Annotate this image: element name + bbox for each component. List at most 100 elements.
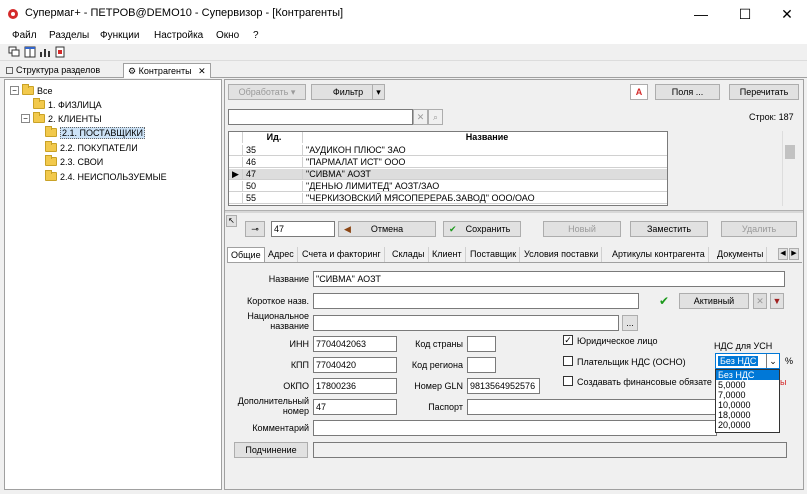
tree-item-buyers[interactable]: 2.2. ПОКУПАТЕЛИ xyxy=(45,141,138,154)
tab-warehouses[interactable]: Склады xyxy=(389,247,429,262)
filter-button[interactable]: Фильтр ▾ xyxy=(311,84,385,100)
gln-input[interactable]: 9813564952576 xyxy=(467,378,540,394)
grid-scrollbar[interactable] xyxy=(782,131,796,206)
tab-close-icon[interactable]: ✕ xyxy=(198,66,206,76)
tab-client[interactable]: Клиент xyxy=(429,247,466,262)
tree-item-individuals[interactable]: 1. ФИЗЛИЦА xyxy=(33,98,102,111)
tab-documents[interactable]: Документы xyxy=(714,247,768,262)
vat-option[interactable]: 5,0000 xyxy=(716,380,779,390)
tree-item-clients[interactable]: − 2. КЛИЕНТЫ xyxy=(21,112,102,125)
national-name-input[interactable] xyxy=(313,315,619,331)
collapse-icon[interactable]: − xyxy=(21,114,30,123)
table-row[interactable]: 55 "ЧЕРКИЗОВСКИЙ МЯСОПЕРЕРАБ.ЗАВОД" ООО/… xyxy=(229,193,667,204)
table-row[interactable]: 35 "АУДИКОН ПЛЮС" ЗАО xyxy=(229,145,667,156)
windows-tile-icon[interactable] xyxy=(24,46,36,58)
remove-status-icon[interactable]: ✕ xyxy=(753,293,767,309)
subordination-button[interactable]: Подчинение xyxy=(234,442,308,458)
report-icon[interactable] xyxy=(54,46,66,58)
fields-button[interactable]: Поля ... xyxy=(655,84,720,100)
search-icon[interactable]: ⌕ xyxy=(428,109,443,125)
tab-delivery-terms[interactable]: Условия поставки xyxy=(521,247,603,262)
font-settings-button[interactable]: A xyxy=(630,84,648,100)
folder-icon xyxy=(45,155,57,166)
menu-file[interactable]: Файл xyxy=(12,30,37,41)
tab-accounts[interactable]: Счета и факторинг xyxy=(299,247,385,262)
gear-icon: ⚙ xyxy=(128,66,137,76)
close-window-button[interactable]: ✕ xyxy=(766,0,807,28)
cancel-button[interactable]: ◀ Отмена xyxy=(338,221,436,237)
region-code-input[interactable] xyxy=(467,357,496,373)
grid-header-id[interactable]: Ид. xyxy=(243,132,303,143)
national-name-label-1: Национальное xyxy=(247,311,309,321)
menu-settings[interactable]: Настройка xyxy=(154,30,203,41)
clear-search-button[interactable]: ✕ xyxy=(413,109,428,125)
tab-address[interactable]: Адрес xyxy=(265,247,298,262)
vat-payer-checkbox[interactable] xyxy=(563,356,573,366)
scroll-thumb[interactable] xyxy=(785,145,795,159)
windows-cascade-icon[interactable] xyxy=(8,46,20,58)
name-input[interactable]: "СИВМА" АОЗТ xyxy=(313,271,785,287)
delete-button[interactable]: Удалить xyxy=(721,221,797,237)
minimize-button[interactable]: — xyxy=(680,0,722,28)
record-id-field[interactable]: 47 xyxy=(271,221,335,237)
quick-search-input[interactable] xyxy=(228,109,413,125)
chevron-down-icon[interactable]: ⌄ xyxy=(766,354,779,368)
tree-item-own[interactable]: 2.3. СВОИ xyxy=(45,155,103,168)
tree-item-unused[interactable]: 2.4. НЕИСПОЛЬЗУЕМЫЕ xyxy=(45,170,167,183)
passport-input[interactable] xyxy=(467,399,717,415)
tab-general[interactable]: Общие xyxy=(227,247,265,262)
vat-option[interactable]: 18,0000 xyxy=(716,410,779,420)
vat-usn-select[interactable]: Без НДС ⌄ xyxy=(715,353,780,369)
chart-icon[interactable] xyxy=(39,46,51,58)
maximize-button[interactable]: ☐ xyxy=(724,0,766,28)
tree-item-label: 1. ФИЗЛИЦА xyxy=(48,99,102,110)
replace-button[interactable]: Заместить xyxy=(630,221,708,237)
tree-item-root[interactable]: − Все xyxy=(10,84,53,97)
tab-structure-label: Структура разделов xyxy=(16,65,101,75)
vat-option[interactable]: 20,0000 xyxy=(716,420,779,430)
table-row[interactable]: 50 "ДЕНЬЮ ЛИМИТЕД" АОЗТ/ЗАО xyxy=(229,181,667,192)
chevron-down-icon[interactable]: ▾ xyxy=(372,85,384,99)
tree-item-suppliers[interactable]: 2.1. ПОСТАВЩИКИ xyxy=(45,126,146,139)
tab-supplier[interactable]: Поставщик xyxy=(467,247,521,262)
create-financial-label: Создавать финансовые обязате xyxy=(577,377,712,387)
vat-option[interactable]: 7,0000 xyxy=(716,390,779,400)
table-row[interactable]: 46 "ПАРМАЛАТ ИСТ" ООО xyxy=(229,157,667,168)
okpo-label: ОКПО xyxy=(283,381,309,391)
splitter[interactable] xyxy=(225,210,803,213)
menu-sections[interactable]: Разделы xyxy=(49,30,89,41)
collapse-arrow-icon[interactable]: ↖ xyxy=(226,215,237,227)
tree-item-label: 2.2. ПОКУПАТЕЛИ xyxy=(60,142,138,153)
new-button[interactable]: Новый xyxy=(543,221,621,237)
menu-help[interactable]: ? xyxy=(253,30,259,41)
country-code-input[interactable] xyxy=(467,336,496,352)
tab-contractor-articles[interactable]: Артикулы контрагента xyxy=(609,247,709,262)
toolbar xyxy=(0,44,807,61)
okpo-input[interactable]: 17800236 xyxy=(313,378,397,394)
tab-structure[interactable]: Структура разделов xyxy=(2,63,104,78)
legal-entity-checkbox[interactable]: ✓ xyxy=(563,335,573,345)
chevron-down-icon[interactable]: ▼ xyxy=(770,293,784,309)
pin-record-icon[interactable]: ⊸ xyxy=(245,221,265,237)
tabs-scroll-left-icon[interactable]: ◀ xyxy=(778,248,788,260)
vat-option[interactable]: Без НДС xyxy=(716,370,779,380)
menu-window[interactable]: Окно xyxy=(216,30,239,41)
comment-input[interactable] xyxy=(313,420,717,436)
table-row-selected[interactable]: ▶ 47 "СИВМА" АОЗТ xyxy=(229,169,667,180)
reread-button[interactable]: Перечитать xyxy=(729,84,799,100)
create-financial-checkbox[interactable] xyxy=(563,376,573,386)
menu-functions[interactable]: Функции xyxy=(100,30,139,41)
extra-number-input[interactable]: 47 xyxy=(313,399,397,415)
save-button[interactable]: ✔ Сохранить xyxy=(443,221,521,237)
short-name-input[interactable] xyxy=(313,293,639,309)
vat-option[interactable]: 10,0000 xyxy=(716,400,779,410)
tabs-scroll-right-icon[interactable]: ▶ xyxy=(789,248,799,260)
active-status-button[interactable]: Активный xyxy=(679,293,749,309)
process-dropdown-button[interactable]: Обработать ▾ xyxy=(228,84,306,100)
kpp-input[interactable]: 77040420 xyxy=(313,357,397,373)
grid-header-name[interactable]: Название xyxy=(303,132,667,143)
tab-contractors[interactable]: ⚙ Контрагенты ✕ xyxy=(123,63,211,78)
inn-input[interactable]: 7704042063 xyxy=(313,336,397,352)
national-name-browse-button[interactable]: ... xyxy=(622,315,638,331)
collapse-icon[interactable]: − xyxy=(10,86,19,95)
